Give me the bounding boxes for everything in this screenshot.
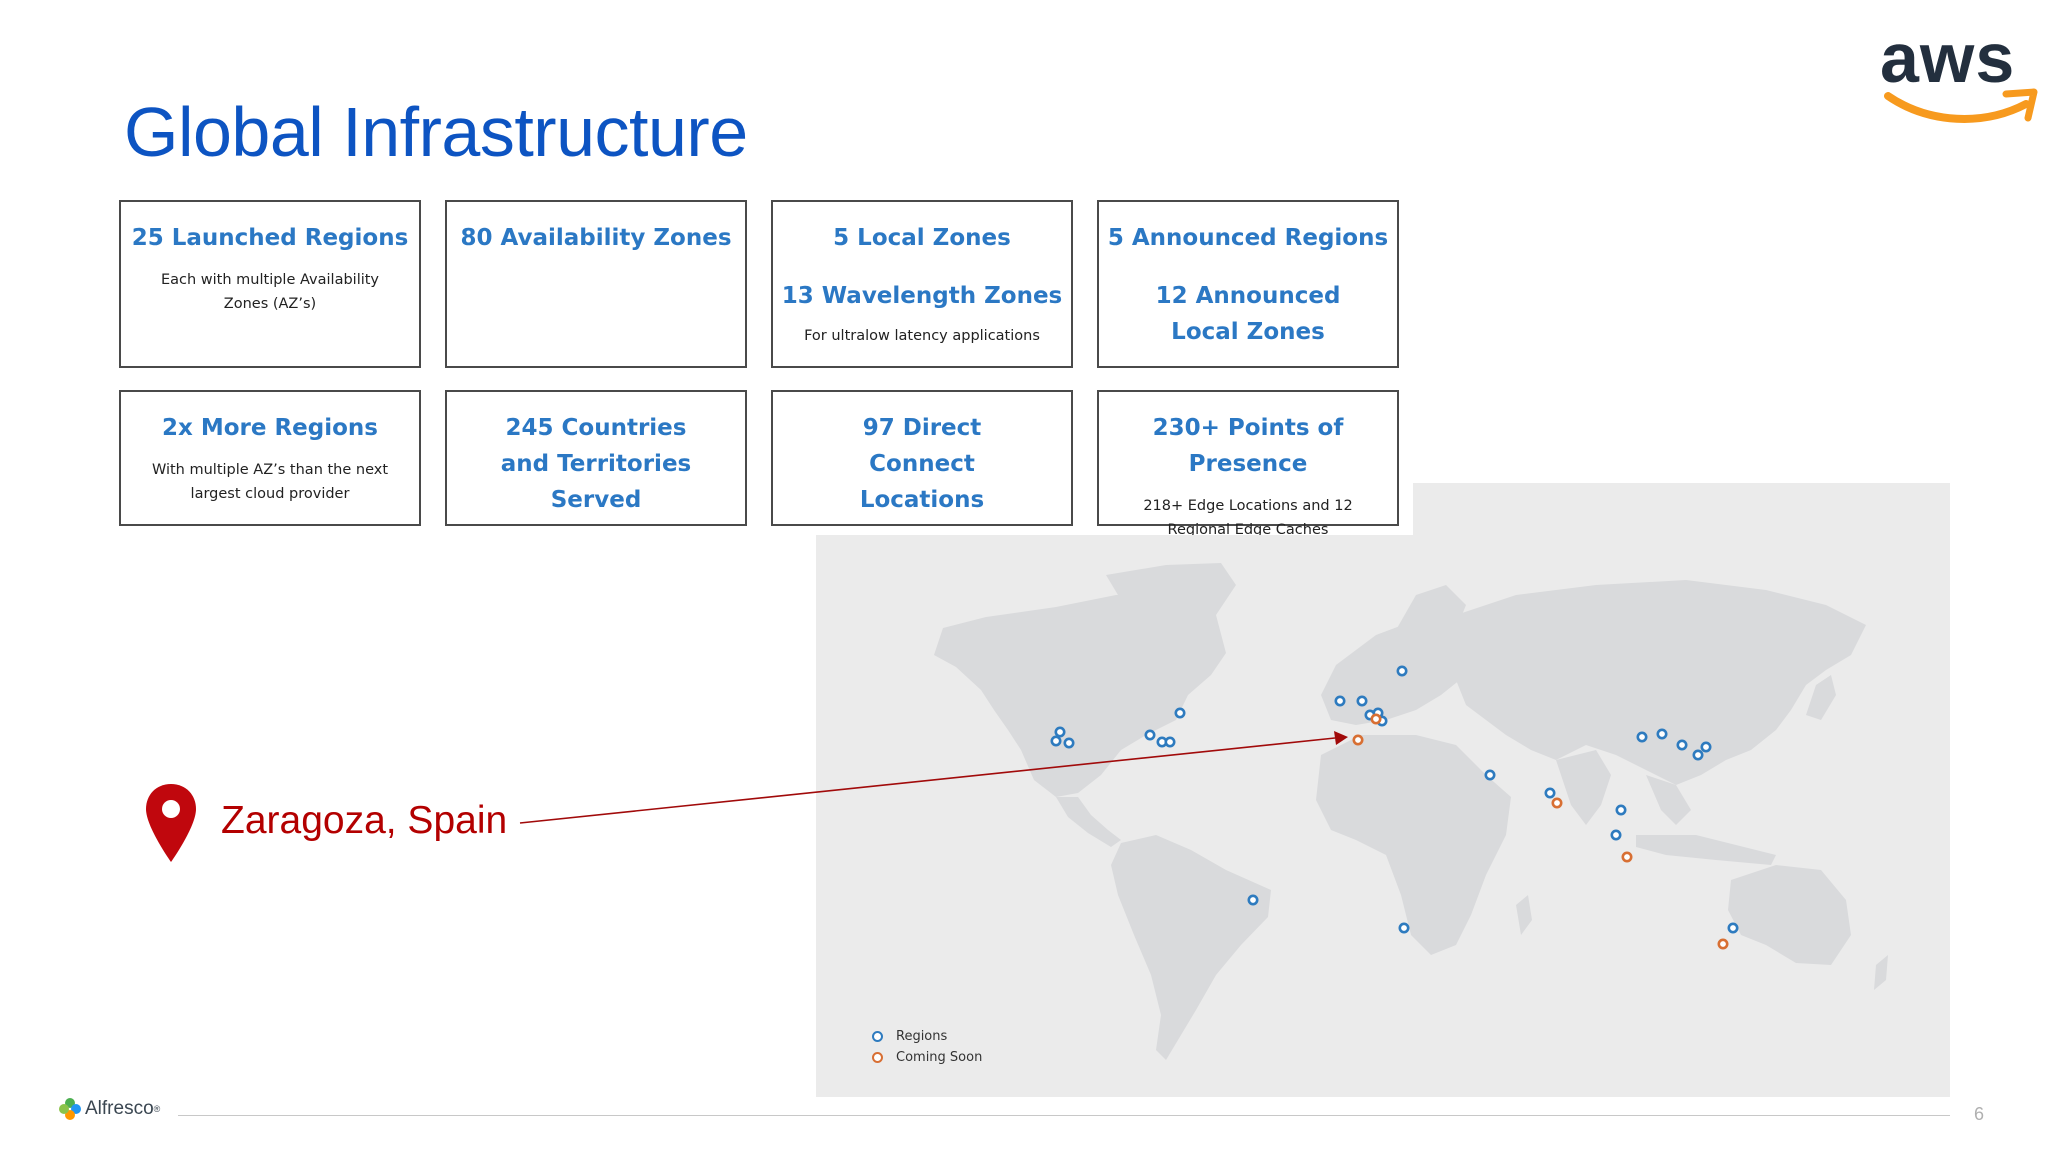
alfresco-logo: Alfresco ® <box>58 1097 160 1121</box>
japan-shape <box>1806 675 1836 720</box>
region-marker <box>1174 707 1186 719</box>
card-announced-regions: 5 Announced Regions 12 Announced Local Z… <box>1097 200 1399 368</box>
aws-smile-icon <box>1884 88 2038 123</box>
madagascar-shape <box>1516 895 1532 935</box>
region-marker <box>1063 737 1075 749</box>
legend-regions-label: Regions <box>896 1029 948 1044</box>
slide-title: Global Infrastructure <box>124 93 748 171</box>
indonesia-shape <box>1636 835 1776 865</box>
card-heading: 5 Announced Regions <box>1107 225 1389 251</box>
region-marker <box>1247 894 1259 906</box>
coming-soon-marker <box>1352 734 1364 746</box>
region-marker <box>1164 736 1176 748</box>
card-heading: 25 Launched Regions <box>131 225 409 251</box>
coming-soon-marker <box>1551 797 1563 809</box>
legend-coming-soon: Coming Soon <box>872 1047 982 1068</box>
southeast-asia-shape <box>1646 775 1691 825</box>
new-zealand-shape <box>1874 955 1888 990</box>
alfresco-flower-icon <box>59 1098 81 1120</box>
region-marker <box>1144 729 1156 741</box>
card-heading-secondary: 12 Announced Local Zones <box>1155 283 1341 345</box>
card-local-zones: 5 Local Zones 13 Wavelength Zones For ul… <box>771 200 1073 368</box>
region-marker <box>1700 741 1712 753</box>
map-legend: Regions Coming Soon <box>872 1026 982 1068</box>
region-marker <box>1334 695 1346 707</box>
brand-mark: ® <box>153 1104 161 1114</box>
asia-shape <box>1456 580 1866 785</box>
card-direct-connect: 97 Direct Connect Locations <box>771 390 1073 526</box>
coming-soon-marker <box>1621 851 1633 863</box>
legend-regions: Regions <box>872 1026 982 1047</box>
card-availability-zones: 80 Availability Zones <box>445 200 747 368</box>
location-label: Zaragoza, Spain <box>221 799 508 842</box>
region-marker <box>1054 726 1066 738</box>
coming-soon-marker <box>1370 713 1382 725</box>
card-subtext: Each with multiple Availability Zones (A… <box>160 272 380 312</box>
map-background-top <box>1413 483 1950 535</box>
region-marker <box>1636 731 1648 743</box>
region-marker <box>1484 769 1496 781</box>
page-number: 6 <box>1974 1104 1985 1124</box>
africa-shape <box>1316 735 1511 955</box>
card-launched-regions: 25 Launched Regions Each with multiple A… <box>119 200 421 368</box>
footer-divider <box>178 1115 1950 1116</box>
region-marker <box>1356 695 1368 707</box>
brand-name: Alfresco <box>85 1098 154 1119</box>
card-countries-served: 245 Countries and Territories Served <box>445 390 747 526</box>
card-subtext: For ultralow latency applications <box>804 328 1040 344</box>
card-more-regions: 2x More Regions With multiple AZ’s than … <box>119 390 421 526</box>
world-map <box>934 563 1888 1060</box>
region-marker <box>1656 728 1668 740</box>
region-marker <box>1398 922 1410 934</box>
region-marker <box>1610 829 1622 841</box>
region-marker <box>1544 787 1556 799</box>
region-marker <box>1692 749 1704 761</box>
central-america-shape <box>1056 797 1121 847</box>
south-america-shape <box>1111 835 1271 1060</box>
legend-coming-soon-label: Coming Soon <box>896 1050 983 1065</box>
card-points-of-presence: 230+ Points of Presence 218+ Edge Locati… <box>1097 390 1399 538</box>
india-shape <box>1556 750 1611 825</box>
region-marker <box>1050 735 1062 747</box>
card-heading: 97 Direct Connect Locations <box>859 415 985 513</box>
region-marker <box>1615 804 1627 816</box>
card-heading: 230+ Points of Presence <box>1152 415 1344 477</box>
region-marker <box>1396 665 1408 677</box>
australia-shape <box>1728 865 1851 965</box>
card-heading: 5 Local Zones <box>833 225 1011 251</box>
region-marker <box>1727 922 1739 934</box>
legend-coming-soon-dot-icon <box>872 1052 883 1063</box>
card-heading: 2x More Regions <box>161 415 378 441</box>
card-heading-secondary: 13 Wavelength Zones <box>781 283 1063 309</box>
card-subtext: With multiple AZ’s than the next largest… <box>151 462 389 502</box>
card-heading: 245 Countries and Territories Served <box>500 415 692 513</box>
legend-region-dot-icon <box>872 1031 883 1042</box>
location-pin-icon <box>146 784 196 862</box>
card-heading: 80 Availability Zones <box>460 225 732 251</box>
aws-logo: aws <box>1880 18 2040 123</box>
coming-soon-marker <box>1717 938 1729 950</box>
region-marker <box>1676 739 1688 751</box>
